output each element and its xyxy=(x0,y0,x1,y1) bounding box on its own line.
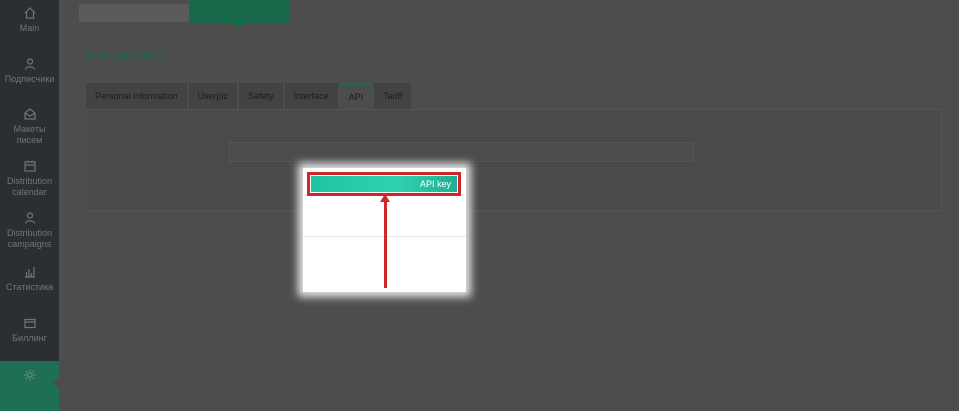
statistics-icon xyxy=(24,267,35,278)
annotation-arrow-shaft xyxy=(384,198,387,288)
tab-api[interactable]: API xyxy=(339,83,373,109)
section-title: MY SETTINGS xyxy=(85,51,163,61)
settings-tabs: Personal information Userpic Safety Inte… xyxy=(86,83,412,109)
tab-userpic[interactable]: Userpic xyxy=(188,83,238,109)
calendar-icon xyxy=(23,160,36,172)
sidebar-item-calendar[interactable]: Distribution calendar xyxy=(0,159,59,198)
home-icon xyxy=(24,7,35,19)
sidebar-item-templates[interactable]: Макеты писем xyxy=(0,107,59,146)
tab-interface[interactable]: Interface xyxy=(284,83,338,109)
sidebar-item-subscribers[interactable]: Подписчики xyxy=(0,57,59,85)
templates-icon xyxy=(23,108,36,120)
sidebar-item-settings[interactable] xyxy=(0,361,59,411)
tab-tariff[interactable]: Tariff xyxy=(374,83,412,109)
sidebar-item-campaigns[interactable]: Distribution campaigns xyxy=(0,211,59,250)
sidebar-item-label: Distribution calendar xyxy=(6,176,53,197)
campaigns-icon xyxy=(24,212,35,224)
sidebar-item-main[interactable]: Main xyxy=(0,6,59,34)
api-key-field[interactable] xyxy=(229,142,694,162)
highlight-frame: API key xyxy=(307,172,461,196)
sidebar: Main Подписчики Макеты писем Distributio… xyxy=(0,0,59,411)
api-key-button[interactable]: API key xyxy=(311,176,457,192)
topbar-create-button[interactable] xyxy=(190,0,290,29)
sidebar-item-label: Main xyxy=(19,23,40,33)
sidebar-item-label: Distribution campaigns xyxy=(6,228,53,249)
sidebar-item-billing[interactable]: Биллинг xyxy=(0,316,59,344)
tab-personal-information[interactable]: Personal information xyxy=(86,83,187,109)
topbar-search-field[interactable] xyxy=(79,4,189,22)
api-panel xyxy=(86,109,942,211)
gear-icon xyxy=(24,369,35,381)
billing-icon xyxy=(23,318,36,329)
tab-safety[interactable]: Safety xyxy=(239,83,283,109)
sidebar-item-label: Подписчики xyxy=(4,74,55,84)
sidebar-item-label: Биллинг xyxy=(12,333,47,343)
settings-title: MY SETTINGS xyxy=(99,51,164,61)
subscribers-icon xyxy=(24,58,35,70)
sidebar-item-label: Макеты писем xyxy=(13,124,46,145)
gear-icon xyxy=(86,52,94,60)
annotation-arrow-head xyxy=(380,194,390,202)
sidebar-item-statistics[interactable]: Статистика xyxy=(0,265,59,293)
sidebar-item-label: Статистика xyxy=(5,282,54,292)
